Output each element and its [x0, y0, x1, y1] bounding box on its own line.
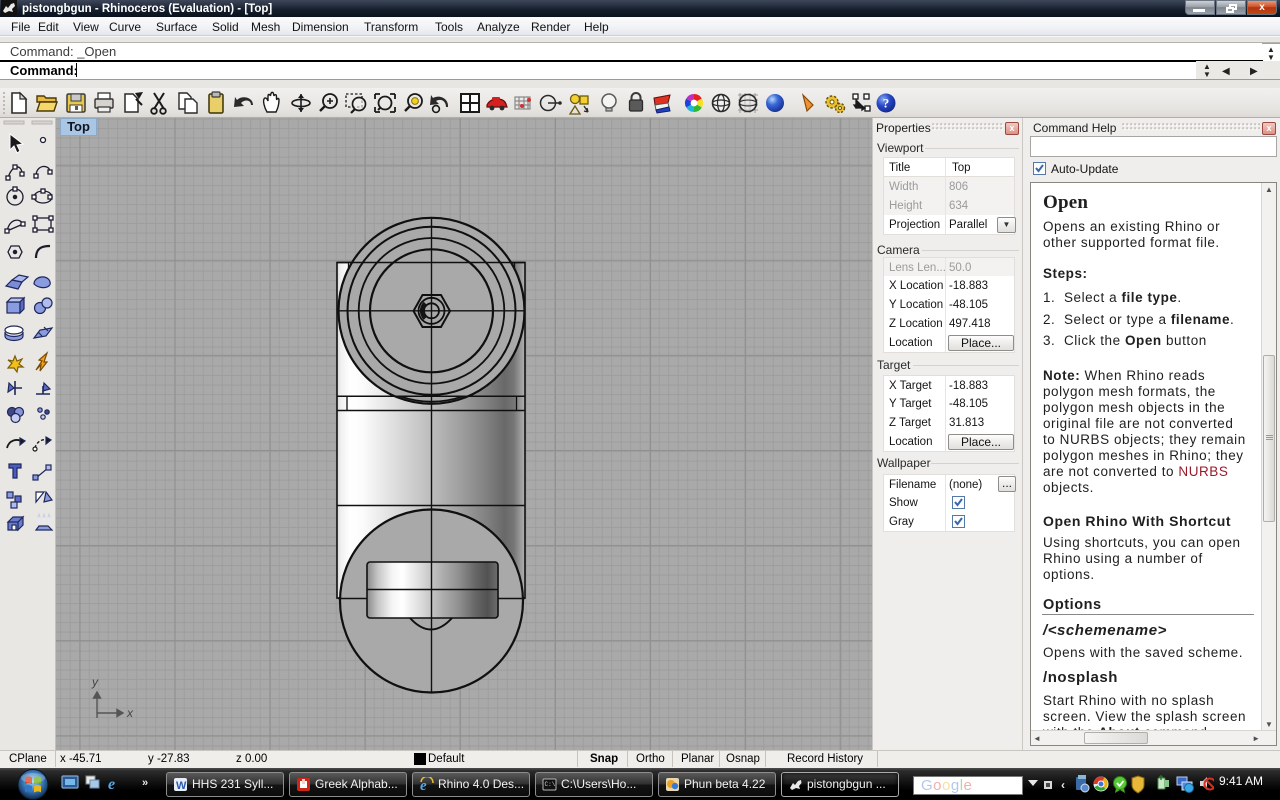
svg-text:»: » [142, 777, 148, 789]
svg-text:e: e [108, 776, 115, 793]
svg-text:x: x [126, 706, 134, 720]
svg-text:?: ? [883, 96, 890, 111]
svg-text:y: y [91, 675, 99, 689]
svg-text:W: W [176, 780, 187, 792]
svg-text:C:\: C:\ [545, 781, 556, 788]
